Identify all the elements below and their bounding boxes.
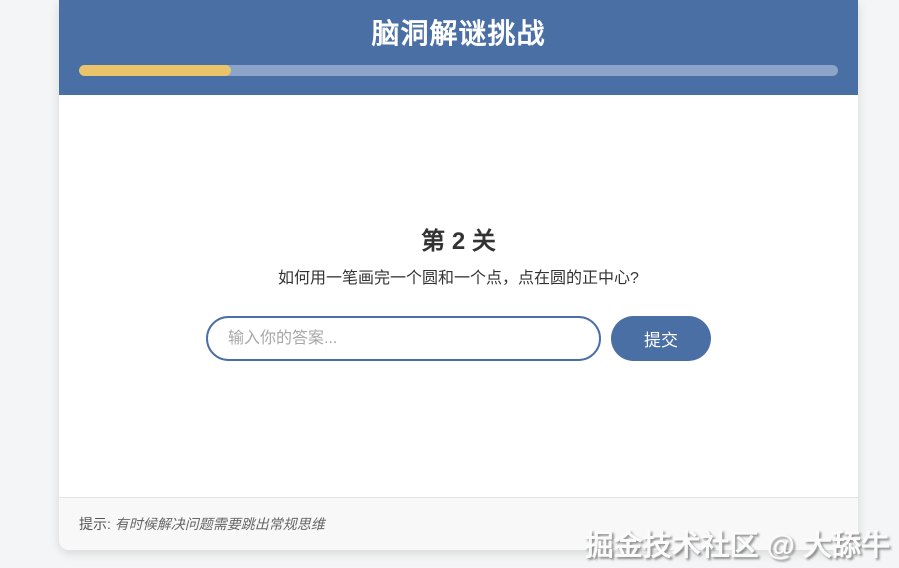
page-title: 脑洞解谜挑战 <box>79 17 838 51</box>
progress-fill <box>79 65 231 76</box>
level-title: 第 2 关 <box>59 221 858 256</box>
answer-input[interactable] <box>206 316 601 361</box>
progress-bar-track <box>79 65 838 76</box>
hint-label: 提示: <box>79 516 111 532</box>
quiz-card: 脑洞解谜挑战 第 2 关 如何用一笔画完一个圆和一个点，点在圆的正中心? 提交 … <box>59 0 858 550</box>
hint-text: 有时候解决问题需要跳出常规思维 <box>115 516 325 532</box>
hint-footer: 提示: 有时候解决问题需要跳出常规思维 <box>59 497 858 550</box>
submit-button[interactable]: 提交 <box>611 316 711 361</box>
quiz-content: 第 2 关 如何用一笔画完一个圆和一个点，点在圆的正中心? 提交 <box>59 95 858 497</box>
quiz-header: 脑洞解谜挑战 <box>59 0 858 95</box>
question-text: 如何用一笔画完一个圆和一个点，点在圆的正中心? <box>59 264 858 288</box>
answer-row: 提交 <box>59 316 858 361</box>
